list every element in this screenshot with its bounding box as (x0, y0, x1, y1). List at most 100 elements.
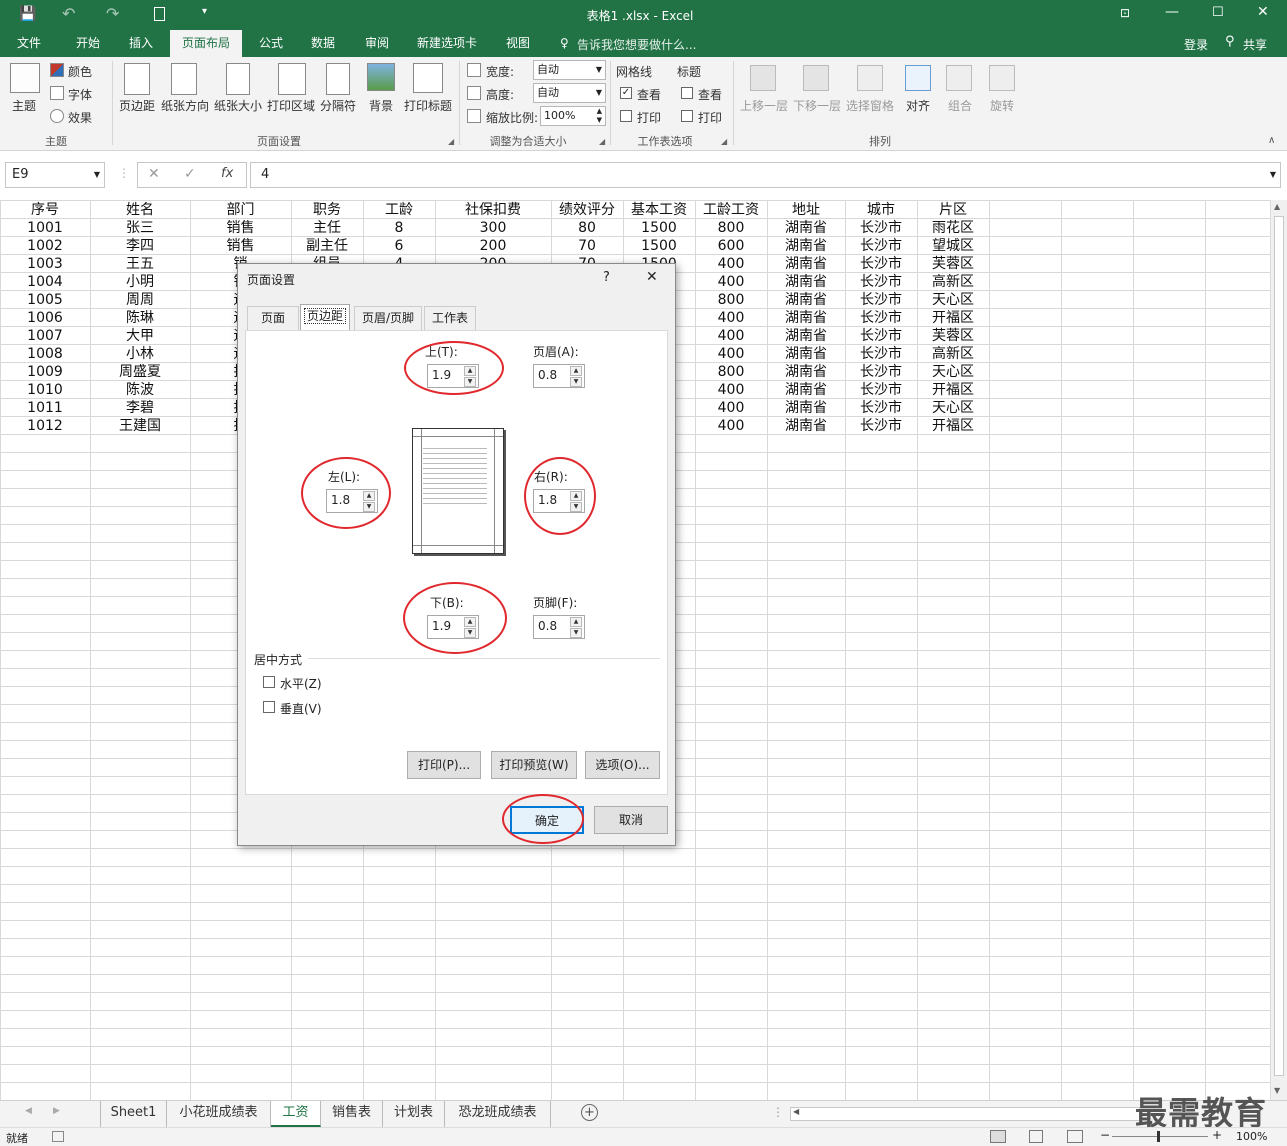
scroll-up-icon[interactable]: ▲ (1274, 202, 1280, 211)
align-button[interactable]: 对齐 (906, 97, 930, 114)
table-cell[interactable]: 湖南省 (767, 255, 845, 273)
tell-me-box[interactable]: 告诉我您想要做什么... (577, 36, 696, 53)
tab-margins[interactable]: 页边距 (300, 304, 350, 331)
tab-page-layout[interactable]: 页面布局 (170, 30, 242, 57)
table-cell[interactable]: 长沙市 (845, 219, 917, 237)
table-cell[interactable]: 高新区 (917, 273, 989, 291)
collapse-ribbon-icon[interactable]: ∧ (1268, 135, 1275, 146)
horizontal-checkbox[interactable] (263, 676, 275, 688)
table-cell[interactable]: 王建国 (90, 417, 190, 435)
table-cell[interactable]: 400 (695, 273, 767, 291)
header-cell[interactable]: 片区 (917, 201, 989, 219)
zoom-slider[interactable] (1112, 1136, 1208, 1137)
margins-button[interactable]: 页边距 (119, 97, 155, 114)
table-cell[interactable]: 1004 (0, 273, 90, 291)
table-cell[interactable]: 湖南省 (767, 291, 845, 309)
table-cell[interactable]: 湖南省 (767, 327, 845, 345)
table-cell[interactable]: 芙蓉区 (917, 255, 989, 273)
table-cell[interactable]: 1003 (0, 255, 90, 273)
table-cell[interactable]: 80 (551, 219, 623, 237)
colors-icon[interactable] (50, 63, 64, 77)
name-box[interactable]: E9 ▼ (5, 162, 105, 188)
table-cell[interactable]: 湖南省 (767, 237, 845, 255)
table-cell[interactable]: 1500 (623, 219, 695, 237)
tab-formulas[interactable]: 公式 (250, 30, 292, 57)
effects-icon[interactable] (50, 109, 64, 123)
themes-button[interactable]: 主题 (12, 97, 36, 114)
next-sheet-icon[interactable]: ▶ (53, 1106, 60, 1116)
table-cell[interactable]: 大甲 (90, 327, 190, 345)
print-titles-button[interactable]: 打印标题 (404, 97, 452, 114)
table-cell[interactable]: 300 (435, 219, 551, 237)
new-doc-icon[interactable] (154, 7, 165, 21)
table-cell[interactable]: 主任 (291, 219, 363, 237)
table-cell[interactable]: 400 (695, 417, 767, 435)
table-cell[interactable]: 长沙市 (845, 255, 917, 273)
table-cell[interactable]: 8 (363, 219, 435, 237)
background-button[interactable]: 背景 (369, 97, 393, 114)
table-cell[interactable]: 李四 (90, 237, 190, 255)
page-break-view-icon[interactable] (1067, 1130, 1083, 1143)
header-cell[interactable]: 地址 (767, 201, 845, 219)
orientation-icon[interactable] (171, 63, 197, 95)
breaks-icon[interactable] (326, 63, 350, 95)
zoom-in-icon[interactable]: + (1212, 1128, 1222, 1142)
table-cell[interactable]: 1002 (0, 237, 90, 255)
headings-print-checkbox[interactable] (681, 110, 693, 122)
header-cell[interactable]: 部门 (190, 201, 291, 219)
table-cell[interactable]: 800 (695, 219, 767, 237)
print-area-icon[interactable] (278, 63, 306, 95)
chevron-down-icon[interactable]: ▼ (1270, 163, 1276, 187)
tab-file[interactable]: 文件 (8, 30, 50, 57)
width-select[interactable]: 自动 ▼ (533, 60, 606, 80)
cancel-button[interactable]: 取消 (594, 806, 668, 834)
table-cell[interactable]: 长沙市 (845, 363, 917, 381)
stepper-icon[interactable]: ▲ ▼ (597, 107, 602, 125)
zoom-level[interactable]: 100% (1236, 1130, 1267, 1143)
sheet-tab-sales[interactable]: 销售表 (321, 1101, 383, 1127)
header-cell[interactable]: 姓名 (90, 201, 190, 219)
fonts-icon[interactable] (50, 86, 64, 100)
sheet-tab-sheet1[interactable]: Sheet1 (101, 1101, 167, 1127)
tab-insert[interactable]: 插入 (120, 30, 162, 57)
close-icon[interactable]: ✕ (646, 269, 658, 285)
minimize-icon[interactable]: — (1165, 4, 1179, 20)
page-layout-view-icon[interactable] (1029, 1130, 1043, 1143)
formula-input[interactable]: 4 ▼ (250, 162, 1281, 188)
table-cell[interactable]: 小林 (90, 345, 190, 363)
horizontal-scrollbar[interactable]: ◀ (790, 1107, 1140, 1121)
height-select[interactable]: 自动 ▼ (533, 83, 606, 103)
table-cell[interactable]: 副主任 (291, 237, 363, 255)
table-cell[interactable]: 望城区 (917, 237, 989, 255)
table-cell[interactable]: 陈波 (90, 381, 190, 399)
gridlines-print-checkbox[interactable] (620, 110, 632, 122)
table-cell[interactable]: 开福区 (917, 309, 989, 327)
breaks-button[interactable]: 分隔符 (320, 97, 356, 114)
table-cell[interactable]: 湖南省 (767, 219, 845, 237)
cancel-icon[interactable]: ✕ (148, 166, 160, 182)
header-cell[interactable]: 社保扣费 (435, 201, 551, 219)
table-cell[interactable]: 400 (695, 327, 767, 345)
table-cell[interactable]: 1001 (0, 219, 90, 237)
table-cell[interactable]: 1008 (0, 345, 90, 363)
table-cell[interactable]: 王五 (90, 255, 190, 273)
table-cell[interactable]: 800 (695, 363, 767, 381)
headings-view-checkbox[interactable] (681, 87, 693, 99)
table-cell[interactable]: 湖南省 (767, 273, 845, 291)
table-cell[interactable]: 长沙市 (845, 273, 917, 291)
table-cell[interactable]: 600 (695, 237, 767, 255)
header-cell[interactable]: 基本工资 (623, 201, 695, 219)
table-cell[interactable]: 湖南省 (767, 363, 845, 381)
table-cell[interactable]: 400 (695, 381, 767, 399)
print-area-button[interactable]: 打印区域 (267, 97, 315, 114)
table-cell[interactable]: 雨花区 (917, 219, 989, 237)
table-cell[interactable]: 70 (551, 237, 623, 255)
table-cell[interactable]: 开福区 (917, 417, 989, 435)
table-cell[interactable]: 开福区 (917, 381, 989, 399)
table-cell[interactable]: 张三 (90, 219, 190, 237)
save-icon[interactable]: 💾 (19, 6, 36, 22)
zoom-slider-thumb[interactable] (1157, 1131, 1160, 1142)
table-cell[interactable]: 1010 (0, 381, 90, 399)
gridlines-view-checkbox[interactable]: ✓ (620, 87, 632, 99)
scroll-thumb[interactable] (1274, 216, 1284, 1076)
